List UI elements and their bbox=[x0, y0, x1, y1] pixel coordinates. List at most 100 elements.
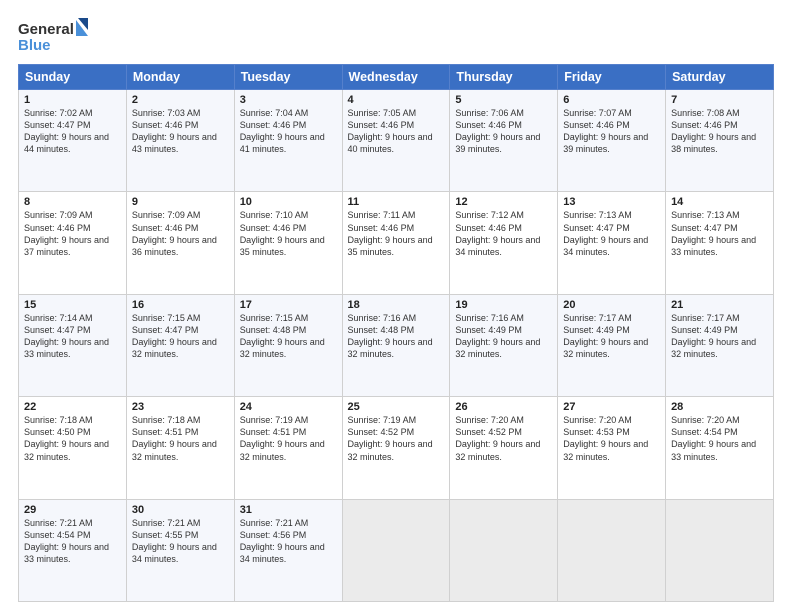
day-info: Sunrise: 7:15 AMSunset: 4:48 PMDaylight:… bbox=[240, 312, 337, 361]
day-number: 26 bbox=[455, 401, 552, 413]
day-cell: 10Sunrise: 7:10 AMSunset: 4:46 PMDayligh… bbox=[234, 192, 342, 294]
day-number: 28 bbox=[671, 401, 768, 413]
day-number: 15 bbox=[24, 299, 121, 311]
day-cell: 8Sunrise: 7:09 AMSunset: 4:46 PMDaylight… bbox=[19, 192, 127, 294]
week-row-4: 22Sunrise: 7:18 AMSunset: 4:50 PMDayligh… bbox=[19, 397, 774, 499]
header-cell-friday: Friday bbox=[558, 65, 666, 90]
day-cell: 19Sunrise: 7:16 AMSunset: 4:49 PMDayligh… bbox=[450, 294, 558, 396]
day-number: 12 bbox=[455, 196, 552, 208]
day-info: Sunrise: 7:17 AMSunset: 4:49 PMDaylight:… bbox=[671, 312, 768, 361]
calendar-header: SundayMondayTuesdayWednesdayThursdayFrid… bbox=[19, 65, 774, 90]
day-number: 30 bbox=[132, 504, 229, 516]
day-cell: 5Sunrise: 7:06 AMSunset: 4:46 PMDaylight… bbox=[450, 90, 558, 192]
day-number: 25 bbox=[348, 401, 445, 413]
calendar-table: SundayMondayTuesdayWednesdayThursdayFrid… bbox=[18, 64, 774, 602]
day-info: Sunrise: 7:19 AMSunset: 4:51 PMDaylight:… bbox=[240, 414, 337, 463]
svg-text:General: General bbox=[18, 21, 74, 38]
day-number: 17 bbox=[240, 299, 337, 311]
day-info: Sunrise: 7:10 AMSunset: 4:46 PMDaylight:… bbox=[240, 209, 337, 258]
day-number: 8 bbox=[24, 196, 121, 208]
day-cell: 22Sunrise: 7:18 AMSunset: 4:50 PMDayligh… bbox=[19, 397, 127, 499]
day-info: Sunrise: 7:18 AMSunset: 4:50 PMDaylight:… bbox=[24, 414, 121, 463]
day-info: Sunrise: 7:18 AMSunset: 4:51 PMDaylight:… bbox=[132, 414, 229, 463]
day-info: Sunrise: 7:17 AMSunset: 4:49 PMDaylight:… bbox=[563, 312, 660, 361]
day-cell: 21Sunrise: 7:17 AMSunset: 4:49 PMDayligh… bbox=[666, 294, 774, 396]
day-cell bbox=[450, 499, 558, 601]
day-number: 24 bbox=[240, 401, 337, 413]
day-number: 31 bbox=[240, 504, 337, 516]
day-info: Sunrise: 7:15 AMSunset: 4:47 PMDaylight:… bbox=[132, 312, 229, 361]
week-row-2: 8Sunrise: 7:09 AMSunset: 4:46 PMDaylight… bbox=[19, 192, 774, 294]
header-cell-tuesday: Tuesday bbox=[234, 65, 342, 90]
day-info: Sunrise: 7:20 AMSunset: 4:53 PMDaylight:… bbox=[563, 414, 660, 463]
day-cell: 2Sunrise: 7:03 AMSunset: 4:46 PMDaylight… bbox=[126, 90, 234, 192]
day-info: Sunrise: 7:07 AMSunset: 4:46 PMDaylight:… bbox=[563, 107, 660, 156]
day-number: 29 bbox=[24, 504, 121, 516]
day-info: Sunrise: 7:14 AMSunset: 4:47 PMDaylight:… bbox=[24, 312, 121, 361]
header-cell-wednesday: Wednesday bbox=[342, 65, 450, 90]
day-number: 4 bbox=[348, 94, 445, 106]
day-number: 18 bbox=[348, 299, 445, 311]
day-number: 16 bbox=[132, 299, 229, 311]
day-cell: 23Sunrise: 7:18 AMSunset: 4:51 PMDayligh… bbox=[126, 397, 234, 499]
day-cell: 16Sunrise: 7:15 AMSunset: 4:47 PMDayligh… bbox=[126, 294, 234, 396]
day-cell: 1Sunrise: 7:02 AMSunset: 4:47 PMDaylight… bbox=[19, 90, 127, 192]
week-row-1: 1Sunrise: 7:02 AMSunset: 4:47 PMDaylight… bbox=[19, 90, 774, 192]
day-number: 11 bbox=[348, 196, 445, 208]
day-cell: 29Sunrise: 7:21 AMSunset: 4:54 PMDayligh… bbox=[19, 499, 127, 601]
day-cell: 28Sunrise: 7:20 AMSunset: 4:54 PMDayligh… bbox=[666, 397, 774, 499]
day-info: Sunrise: 7:12 AMSunset: 4:46 PMDaylight:… bbox=[455, 209, 552, 258]
day-number: 3 bbox=[240, 94, 337, 106]
day-cell: 25Sunrise: 7:19 AMSunset: 4:52 PMDayligh… bbox=[342, 397, 450, 499]
day-info: Sunrise: 7:16 AMSunset: 4:49 PMDaylight:… bbox=[455, 312, 552, 361]
day-info: Sunrise: 7:20 AMSunset: 4:54 PMDaylight:… bbox=[671, 414, 768, 463]
day-cell bbox=[342, 499, 450, 601]
day-number: 20 bbox=[563, 299, 660, 311]
day-number: 6 bbox=[563, 94, 660, 106]
svg-text:Blue: Blue bbox=[18, 37, 51, 54]
day-cell: 7Sunrise: 7:08 AMSunset: 4:46 PMDaylight… bbox=[666, 90, 774, 192]
day-cell: 12Sunrise: 7:12 AMSunset: 4:46 PMDayligh… bbox=[450, 192, 558, 294]
week-row-3: 15Sunrise: 7:14 AMSunset: 4:47 PMDayligh… bbox=[19, 294, 774, 396]
logo-svg: GeneralBlue bbox=[18, 16, 88, 56]
day-info: Sunrise: 7:19 AMSunset: 4:52 PMDaylight:… bbox=[348, 414, 445, 463]
day-number: 23 bbox=[132, 401, 229, 413]
day-info: Sunrise: 7:09 AMSunset: 4:46 PMDaylight:… bbox=[24, 209, 121, 258]
day-info: Sunrise: 7:21 AMSunset: 4:54 PMDaylight:… bbox=[24, 517, 121, 566]
day-cell: 26Sunrise: 7:20 AMSunset: 4:52 PMDayligh… bbox=[450, 397, 558, 499]
day-number: 21 bbox=[671, 299, 768, 311]
day-info: Sunrise: 7:02 AMSunset: 4:47 PMDaylight:… bbox=[24, 107, 121, 156]
header-row: SundayMondayTuesdayWednesdayThursdayFrid… bbox=[19, 65, 774, 90]
page: GeneralBlue SundayMondayTuesdayWednesday… bbox=[0, 0, 792, 612]
day-cell: 27Sunrise: 7:20 AMSunset: 4:53 PMDayligh… bbox=[558, 397, 666, 499]
day-cell: 20Sunrise: 7:17 AMSunset: 4:49 PMDayligh… bbox=[558, 294, 666, 396]
day-number: 13 bbox=[563, 196, 660, 208]
day-info: Sunrise: 7:06 AMSunset: 4:46 PMDaylight:… bbox=[455, 107, 552, 156]
day-number: 27 bbox=[563, 401, 660, 413]
day-info: Sunrise: 7:04 AMSunset: 4:46 PMDaylight:… bbox=[240, 107, 337, 156]
day-number: 9 bbox=[132, 196, 229, 208]
day-number: 1 bbox=[24, 94, 121, 106]
day-number: 10 bbox=[240, 196, 337, 208]
day-cell: 17Sunrise: 7:15 AMSunset: 4:48 PMDayligh… bbox=[234, 294, 342, 396]
logo: GeneralBlue bbox=[18, 16, 88, 56]
day-number: 22 bbox=[24, 401, 121, 413]
header-cell-monday: Monday bbox=[126, 65, 234, 90]
day-info: Sunrise: 7:21 AMSunset: 4:56 PMDaylight:… bbox=[240, 517, 337, 566]
day-info: Sunrise: 7:21 AMSunset: 4:55 PMDaylight:… bbox=[132, 517, 229, 566]
day-info: Sunrise: 7:13 AMSunset: 4:47 PMDaylight:… bbox=[671, 209, 768, 258]
day-number: 2 bbox=[132, 94, 229, 106]
day-info: Sunrise: 7:08 AMSunset: 4:46 PMDaylight:… bbox=[671, 107, 768, 156]
day-cell: 24Sunrise: 7:19 AMSunset: 4:51 PMDayligh… bbox=[234, 397, 342, 499]
day-cell bbox=[666, 499, 774, 601]
day-number: 19 bbox=[455, 299, 552, 311]
day-number: 5 bbox=[455, 94, 552, 106]
day-info: Sunrise: 7:05 AMSunset: 4:46 PMDaylight:… bbox=[348, 107, 445, 156]
day-number: 14 bbox=[671, 196, 768, 208]
day-cell: 31Sunrise: 7:21 AMSunset: 4:56 PMDayligh… bbox=[234, 499, 342, 601]
day-cell: 13Sunrise: 7:13 AMSunset: 4:47 PMDayligh… bbox=[558, 192, 666, 294]
calendar: SundayMondayTuesdayWednesdayThursdayFrid… bbox=[18, 64, 774, 602]
day-info: Sunrise: 7:11 AMSunset: 4:46 PMDaylight:… bbox=[348, 209, 445, 258]
day-cell: 14Sunrise: 7:13 AMSunset: 4:47 PMDayligh… bbox=[666, 192, 774, 294]
day-cell: 15Sunrise: 7:14 AMSunset: 4:47 PMDayligh… bbox=[19, 294, 127, 396]
